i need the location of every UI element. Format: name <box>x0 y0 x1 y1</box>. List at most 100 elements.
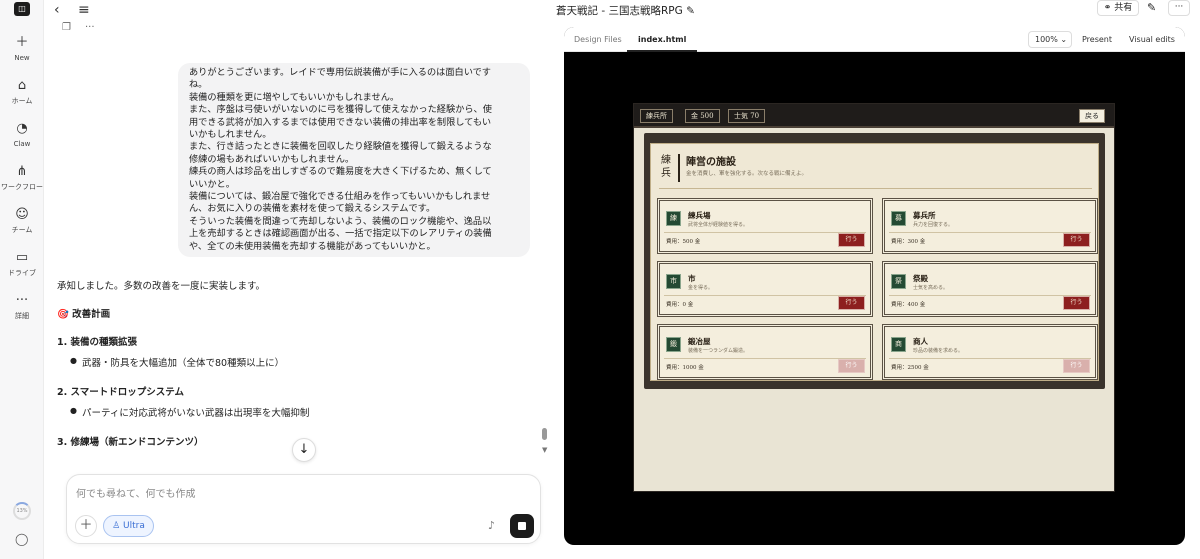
more-icon[interactable]: ··· <box>85 22 95 33</box>
facility-kanji-icon: 鍛 <box>666 337 681 352</box>
user-icon[interactable]: ◯ <box>15 532 28 546</box>
facility-name: 鍛冶屋 <box>688 337 711 346</box>
sidebar-item-new[interactable]: ＋ New <box>0 36 44 63</box>
present-button[interactable]: Present <box>1082 35 1112 44</box>
back-button[interactable]: 戻る <box>1079 109 1105 123</box>
message-line: ありがとうございます。レイドで専用伝説装備が手に入るのは面白いです <box>189 67 491 78</box>
plus-icon: ＋ <box>15 35 29 50</box>
home-icon: ⌂ <box>17 78 27 93</box>
scroll-to-bottom-button[interactable]: ↓ <box>292 438 316 462</box>
facility-name: 祭殿 <box>913 274 928 283</box>
facility-card: 祭 祭殿 士気を高める。 費用：400 金 行う <box>882 261 1098 317</box>
action-button[interactable]: 行う <box>1063 296 1090 310</box>
message-line: ね。 <box>189 79 208 91</box>
facility-card: 商 商人 珍品の装備を求める。 費用：2500 金 行う <box>882 324 1098 380</box>
zoom-select[interactable]: 100% ⌄ <box>1028 31 1072 48</box>
sidebar-item-drive[interactable]: ▭ ドライブ <box>0 251 44 278</box>
message-line: いかもしれません。 <box>189 129 272 141</box>
chat-input[interactable]: 何でも尋ねて、何でも作成 <box>76 485 196 500</box>
action-button[interactable]: 行う <box>1063 233 1090 247</box>
stop-button[interactable] <box>510 514 534 538</box>
sidebar-item-team[interactable]: ☺ チーム <box>0 208 44 235</box>
scroll-down-arrow-icon[interactable]: ▼ <box>542 446 547 454</box>
more-options-button[interactable]: ··· <box>1168 0 1190 16</box>
tab-index-html[interactable]: index.html <box>638 35 686 44</box>
divider <box>659 188 1092 189</box>
message-line: 修練の場もあればいいかもしれません。 <box>189 153 355 165</box>
facility-name: 練兵場 <box>688 211 711 220</box>
message-line: ん、お気に入りの装備を素材を使って鍛えるシステムです。 <box>189 203 436 215</box>
location-chip: 練兵所 <box>640 109 673 123</box>
action-button[interactable]: 行う <box>838 296 865 310</box>
action-button-disabled[interactable]: 行う <box>838 359 865 373</box>
divider <box>664 358 866 359</box>
chat-scrollbar[interactable] <box>542 428 547 440</box>
divider <box>889 232 1091 233</box>
stop-icon <box>518 522 526 530</box>
copy-icon[interactable]: ❐ <box>62 22 71 33</box>
message-line: 装備については、鍛冶屋で強化できる仕組みを作ってもいいかもしれませ <box>189 191 491 203</box>
message-line: 練兵の商人は珍品を出しすぎるので難易度を大きく下げるため、無くして <box>189 166 492 178</box>
share-button[interactable]: ⚭ 共有 <box>1097 0 1139 16</box>
edit-icon[interactable]: ✎ <box>1147 1 1156 14</box>
facility-name: 募兵所 <box>913 211 936 220</box>
message-actions: ❐ ··· <box>62 22 109 33</box>
divider <box>889 295 1091 296</box>
board-title: 陣営の施設 <box>686 157 736 168</box>
chat-input-box[interactable]: 何でも尋ねて、何でも作成 ＋ ♙ Ultra ♪ <box>66 474 541 544</box>
folder-icon: ▭ <box>15 250 29 265</box>
gold-chip: 金 500 <box>685 109 720 123</box>
user-message-bubble: ありがとうございます。レイドで専用伝説装備が手に入るのは面白いです ね。 装備の… <box>178 63 530 258</box>
message-line: また、行き詰ったときに装備を回収したり経験値を獲得して鍛えるような <box>189 141 492 153</box>
active-tab-underline <box>627 50 697 52</box>
divider <box>664 232 866 233</box>
facility-card: 募 募兵所 兵力を回復する。 費用：300 金 行う <box>882 198 1098 254</box>
facility-desc: 金を得る。 <box>688 285 714 291</box>
document-title[interactable]: 蒼天戦記 - 三国志戦略RPG ✎ <box>556 3 695 18</box>
bullet-icon: ● <box>70 356 77 365</box>
facility-cost: 費用：0 金 <box>666 302 694 308</box>
sidebar-item-workflow[interactable]: ⋔ ワークフロー <box>0 165 44 192</box>
ultra-icon: ♙ <box>112 521 121 531</box>
visual-edits-button[interactable]: Visual edits <box>1129 35 1175 44</box>
action-button-disabled[interactable]: 行う <box>1063 359 1090 373</box>
vertical-title: 練兵 <box>661 155 671 179</box>
facility-cost: 費用：500 金 <box>666 239 701 245</box>
facility-board: 練兵 陣営の施設 金を消費し、軍を強化する。次なる戦に備えよ。 練 練兵場 武将… <box>650 143 1099 381</box>
sidebar-item-label: ホーム <box>11 97 33 105</box>
tab-design-files[interactable]: Design Files <box>574 35 622 44</box>
facility-cost: 費用：1000 金 <box>666 365 704 371</box>
divider <box>664 295 866 296</box>
facility-kanji-icon: 市 <box>666 274 681 289</box>
facility-card: 市 市 金を得る。 費用：0 金 行う <box>657 261 873 317</box>
message-line: そういった装備を間違って売却しないよう、装備のロック機能や、逸品以 <box>189 215 492 227</box>
facility-cost: 費用：400 金 <box>891 302 926 308</box>
sidebar-item-label: チーム <box>11 226 33 234</box>
section-title: 3. 修練場（新エンドコンテンツ） <box>57 437 204 448</box>
sidebar-item-claw[interactable]: ◔ Claw <box>0 122 44 149</box>
facility-kanji-icon: 募 <box>891 211 906 226</box>
app-logo-icon[interactable]: ◫ <box>14 2 30 16</box>
sidebar-item-more[interactable]: ··· 詳細 <box>0 294 44 321</box>
section-bullet: 武器・防具を大幅追加（全体で80種類以上に） <box>82 358 285 369</box>
action-button[interactable]: 行う <box>838 233 865 247</box>
facility-name: 市 <box>688 274 696 283</box>
facility-card: 鍛 鍛冶屋 装備を一つランダム鍛造。 費用：1000 金 行う <box>657 324 873 380</box>
back-icon[interactable]: ‹ <box>54 2 60 18</box>
claw-icon: ◔ <box>16 121 28 136</box>
usage-meter[interactable]: 13% <box>13 502 31 520</box>
mode-ultra-button[interactable]: ♙ Ultra <box>103 515 154 537</box>
sidebar-item-label: Claw <box>13 140 31 148</box>
sidebar-item-home[interactable]: ⌂ ホーム <box>0 79 44 106</box>
menu-icon[interactable]: ≡ <box>78 2 90 18</box>
message-line: 装備の種類を更に増やしてもいいかもしれません。 <box>189 91 400 103</box>
facility-name: 商人 <box>913 337 928 346</box>
mic-icon[interactable]: ♪ <box>488 519 495 532</box>
edit-pencil-icon[interactable]: ✎ <box>686 5 695 17</box>
game-screen: 練兵所 金 500 士気 70 戻る 練兵 陣営の施設 金を消費し、軍を強化する… <box>633 103 1115 492</box>
bullet-icon: ● <box>70 406 77 415</box>
message-line: また、序盤は弓使いがいないのに弓を獲得して使えなかった経験から、使 <box>189 104 492 116</box>
sidebar-item-label: ワークフロー <box>1 183 43 191</box>
attach-button[interactable]: ＋ <box>75 515 97 537</box>
facility-desc: 珍品の装備を求める。 <box>913 348 964 354</box>
